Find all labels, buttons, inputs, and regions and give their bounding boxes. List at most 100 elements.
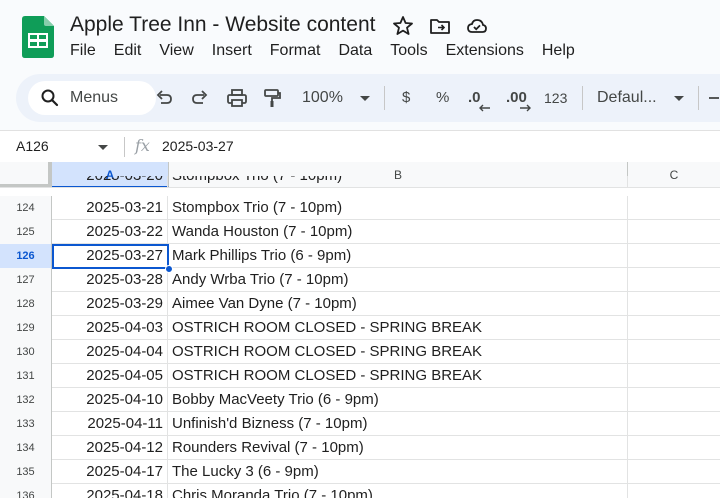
cell-a[interactable]: 2025-04-10 (52, 388, 168, 412)
cell-a[interactable]: 2025-03-22 (52, 220, 168, 244)
cell-b[interactable]: Aimee Van Dyne (7 - 10pm) (168, 292, 628, 316)
cell-c[interactable] (628, 340, 720, 364)
cell-b[interactable]: OSTRICH ROOM CLOSED - SPRING BREAK (168, 340, 628, 364)
cell-a[interactable]: 2025-04-17 (52, 460, 168, 484)
decrease-decimal-button[interactable]: .0 (468, 86, 490, 112)
cell-b[interactable]: Stompbox Trio (7 - 10pm) (168, 176, 628, 187)
fill-handle[interactable] (165, 265, 173, 273)
sheets-logo-icon[interactable] (22, 16, 54, 58)
toolbar-divider (698, 86, 699, 110)
cell-c[interactable] (628, 388, 720, 412)
cell-a[interactable]: 2025-04-12 (52, 436, 168, 460)
cell-b[interactable]: The Lucky 3 (6 - 9pm) (168, 460, 628, 484)
arrow-left-icon (479, 104, 490, 112)
redo-icon[interactable] (190, 86, 210, 110)
cell-a[interactable]: 2025-04-03 (52, 316, 168, 340)
menu-format[interactable]: Format (270, 42, 321, 60)
cell-b[interactable]: OSTRICH ROOM CLOSED - SPRING BREAK (168, 316, 628, 340)
table-row: 135 2025-04-17 The Lucky 3 (6 - 9pm) (0, 460, 720, 484)
cell-a[interactable]: 2025-04-18 (52, 484, 168, 498)
row-header[interactable]: 128 (0, 292, 52, 316)
cell-b[interactable]: Andy Wrba Trio (7 - 10pm) (168, 268, 628, 292)
cell-a[interactable]: 2025-03-21 (52, 196, 168, 220)
row-header[interactable]: 131 (0, 364, 52, 388)
menu-insert[interactable]: Insert (212, 42, 252, 60)
table-row: 130 2025-04-04 OSTRICH ROOM CLOSED - SPRIN… (0, 340, 720, 364)
cell-a[interactable]: 2025-03-28 (52, 268, 168, 292)
zoom-select[interactable]: 100% (302, 86, 343, 110)
table-row: 128 2025-03-29 Aimee Van Dyne (7 - 10pm) (0, 292, 720, 316)
menu-help[interactable]: Help (542, 42, 575, 60)
cell-b[interactable]: Stompbox Trio (7 - 10pm) (168, 196, 628, 220)
zoom-value: 100% (302, 89, 343, 106)
menu-edit[interactable]: Edit (114, 42, 142, 60)
row-header[interactable]: 125 (0, 220, 52, 244)
cloud-saved-icon[interactable] (465, 14, 489, 38)
document-title[interactable]: Apple Tree Inn - Website content (70, 13, 375, 37)
font-chevron-down-icon[interactable] (672, 86, 686, 110)
menu-extensions[interactable]: Extensions (446, 42, 524, 60)
table-row: 136 2025-04-18 Chris Moranda Trio (7 - 10p… (0, 484, 720, 498)
move-folder-icon[interactable] (428, 14, 452, 38)
cell-a[interactable]: 2025-03-27 (52, 244, 168, 268)
font-family-select[interactable]: Defaul... (597, 86, 657, 110)
percent-format-button[interactable]: % (436, 86, 449, 110)
cell-a[interactable]: 2025-04-04 (52, 340, 168, 364)
name-box[interactable]: A126 (16, 138, 49, 154)
cell-b[interactable]: Mark Phillips Trio (6 - 9pm) (168, 244, 628, 268)
row-header[interactable]: 135 (0, 460, 52, 484)
decrease-font-size-icon[interactable] (708, 86, 720, 110)
row-header[interactable]: 130 (0, 340, 52, 364)
menu-tools[interactable]: Tools (390, 42, 427, 60)
row-header[interactable]: 136 (0, 484, 52, 498)
cell-c[interactable] (628, 364, 720, 388)
undo-icon[interactable] (154, 86, 174, 110)
paint-format-icon[interactable] (262, 86, 282, 110)
cell-c[interactable] (628, 244, 720, 268)
cell-c[interactable] (628, 436, 720, 460)
name-box-chevron-down-icon[interactable] (97, 144, 109, 152)
formula-input[interactable]: 2025-03-27 (162, 138, 234, 154)
cell-a[interactable]: 2025-04-05 (52, 364, 168, 388)
print-icon[interactable] (226, 86, 248, 110)
cell-c[interactable] (628, 484, 720, 498)
cell-b[interactable]: Wanda Houston (7 - 10pm) (168, 220, 628, 244)
table-row: 125 2025-03-22 Wanda Houston (7 - 10pm) (0, 220, 720, 244)
app-header: Apple Tree Inn - Website content File Ed… (0, 0, 720, 72)
cell-c[interactable] (628, 196, 720, 220)
cell-c[interactable] (628, 220, 720, 244)
row-header[interactable]: 132 (0, 388, 52, 412)
cell-a[interactable]: 2025-04-11 (52, 412, 168, 436)
row-header[interactable]: 134 (0, 436, 52, 460)
cell-b[interactable]: Rounders Revival (7 - 10pm) (168, 436, 628, 460)
cell-c[interactable] (628, 292, 720, 316)
row-header[interactable]: 126 (0, 244, 52, 268)
function-icon: fx (135, 136, 150, 155)
cell-a[interactable]: 2025-03-29 (52, 292, 168, 316)
cell-c[interactable] (628, 460, 720, 484)
zoom-chevron-down-icon[interactable] (358, 86, 372, 110)
menu-data[interactable]: Data (338, 42, 372, 60)
search-menus-button[interactable]: Menus (28, 81, 156, 115)
menu-file[interactable]: File (70, 42, 96, 60)
number-format-button[interactable]: 123 (544, 86, 567, 110)
cell-b[interactable]: Bobby MacVeety Trio (6 - 9pm) (168, 388, 628, 412)
row-header[interactable]: 129 (0, 316, 52, 340)
cell-b[interactable]: Unfinish'd Bizness (7 - 10pm) (168, 412, 628, 436)
cell-c[interactable] (628, 316, 720, 340)
cell-b[interactable]: OSTRICH ROOM CLOSED - SPRING BREAK (168, 364, 628, 388)
row-header[interactable]: 133 (0, 412, 52, 436)
formula-bar: A126 fx 2025-03-27 (0, 130, 720, 162)
row-header[interactable]: 124 (0, 196, 52, 220)
increase-decimal-button[interactable]: .00 (506, 86, 531, 112)
menu-view[interactable]: View (159, 42, 193, 60)
cell-c[interactable] (628, 412, 720, 436)
star-icon[interactable] (391, 14, 415, 38)
cell-b[interactable]: Chris Moranda Trio (7 - 10pm) (168, 484, 628, 498)
cell-c[interactable] (628, 268, 720, 292)
cell-a[interactable]: 2025-03-20 (52, 176, 168, 187)
row-header[interactable]: 127 (0, 268, 52, 292)
table-row: 133 2025-04-11 Unfinish'd Bizness (7 - 10p… (0, 412, 720, 436)
currency-format-button[interactable]: $ (402, 86, 410, 110)
search-menus-label: Menus (70, 89, 119, 106)
